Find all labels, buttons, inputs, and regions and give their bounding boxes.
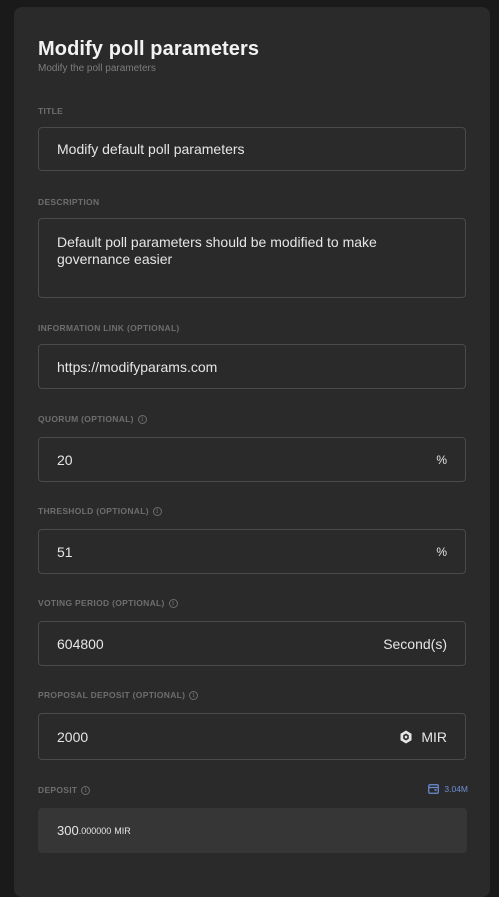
title-label: TITLE [38, 106, 63, 116]
proposal-deposit-unit-text: MIR [421, 728, 447, 745]
proposal-deposit-label: PROPOSAL DEPOSIT (OPTIONAL) i [38, 690, 199, 700]
quorum-label: QUORUM (OPTIONAL) i [38, 414, 147, 424]
quorum-label-text: QUORUM (OPTIONAL) [38, 414, 134, 424]
voting-period-unit: Second(s) [383, 635, 447, 652]
page-title: Modify poll parameters [38, 38, 260, 60]
threshold-label-text: THRESHOLD (OPTIONAL) [38, 506, 149, 516]
voting-period-input[interactable]: 604800 Second(s) [38, 621, 466, 666]
info-icon[interactable]: i [189, 690, 199, 700]
threshold-unit: % [436, 544, 447, 559]
wallet-balance-value: 3.04M [444, 784, 468, 794]
title-input[interactable]: Modify default poll parameters [38, 127, 466, 171]
mir-token-icon [400, 730, 412, 743]
voting-period-label-text: VOTING PERIOD (OPTIONAL) [38, 598, 165, 608]
threshold-input[interactable]: 51 % [38, 529, 466, 574]
description-label: DESCRIPTION [38, 197, 99, 207]
proposal-deposit-input-value: 2000 [57, 728, 89, 745]
quorum-unit: % [436, 452, 447, 467]
deposit-amount-decimals: .000000 [78, 825, 112, 836]
description-textarea[interactable]: Default poll parameters should be modifi… [38, 218, 466, 298]
info-icon[interactable]: i [137, 414, 147, 424]
info-link-input[interactable]: https://modifyparams.com [38, 344, 466, 389]
wallet-icon [428, 784, 440, 794]
wallet-balance[interactable]: 3.04M [428, 784, 468, 794]
deposit-amount-int: 300 [57, 823, 79, 838]
threshold-input-value: 51 [57, 543, 73, 560]
info-link-input-value: https://modifyparams.com [57, 358, 218, 375]
deposit-amount-symbol: MIR [114, 825, 131, 836]
deposit-label-text: DEPOSIT [38, 785, 78, 795]
page-subtitle: Modify the poll parameters [38, 63, 156, 74]
info-icon[interactable]: i [168, 598, 178, 608]
info-icon[interactable]: i [152, 506, 162, 516]
threshold-label: THRESHOLD (OPTIONAL) i [38, 506, 162, 516]
description-label-text: DESCRIPTION [38, 197, 100, 207]
description-textarea-value: Default poll parameters should be modifi… [57, 234, 377, 267]
deposit-amount-box: 300.000000 MIR [38, 808, 467, 853]
proposal-deposit-input[interactable]: 2000 MIR [38, 713, 466, 760]
quorum-input-value: 20 [57, 451, 73, 468]
title-input-value: Modify default poll parameters [57, 141, 245, 157]
info-icon[interactable]: i [81, 785, 91, 795]
title-label-text: TITLE [38, 106, 64, 116]
proposal-deposit-label-text: PROPOSAL DEPOSIT (OPTIONAL) [38, 690, 186, 700]
info-link-label-text: INFORMATION LINK (OPTIONAL) [38, 323, 180, 333]
proposal-deposit-unit: MIR [399, 729, 447, 745]
quorum-input[interactable]: 20 % [38, 437, 466, 482]
voting-period-label: VOTING PERIOD (OPTIONAL) i [38, 598, 178, 608]
deposit-label: DEPOSIT i [38, 785, 91, 795]
voting-period-input-value: 604800 [57, 635, 104, 652]
info-link-label: INFORMATION LINK (OPTIONAL) [38, 323, 180, 333]
